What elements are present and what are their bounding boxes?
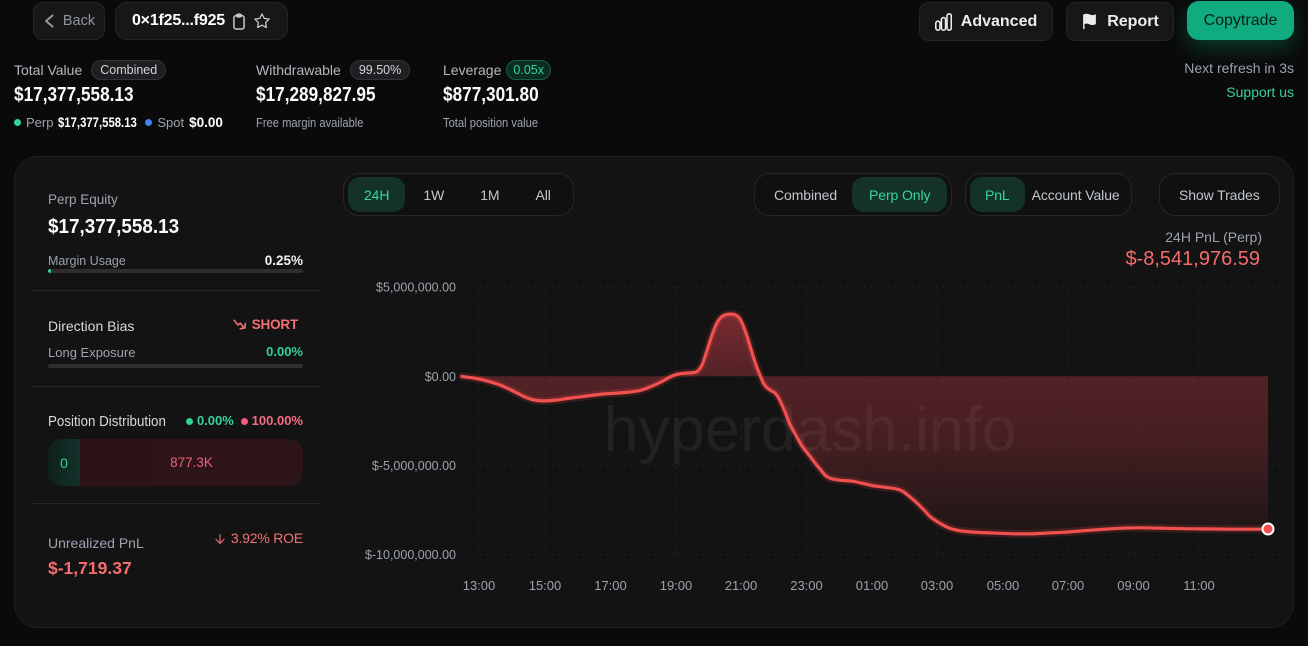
svg-text:05:00: 05:00 (987, 578, 1020, 593)
svg-text:03:00: 03:00 (921, 578, 954, 593)
svg-text:01:00: 01:00 (856, 578, 889, 593)
svg-text:11:00: 11:00 (1183, 578, 1215, 593)
svg-text:$-10,000,000.00: $-10,000,000.00 (365, 548, 456, 562)
svg-text:21:00: 21:00 (725, 578, 758, 593)
svg-text:$5,000,000.00: $5,000,000.00 (376, 281, 456, 295)
svg-text:13:00: 13:00 (463, 578, 496, 593)
svg-text:19:00: 19:00 (660, 578, 693, 593)
svg-text:$0.00: $0.00 (425, 370, 456, 384)
svg-text:15:00: 15:00 (529, 578, 562, 593)
svg-text:07:00: 07:00 (1052, 578, 1085, 593)
svg-text:$-5,000,000.00: $-5,000,000.00 (372, 459, 456, 473)
svg-text:23:00: 23:00 (790, 578, 823, 593)
svg-text:09:00: 09:00 (1117, 578, 1150, 593)
svg-text:17:00: 17:00 (594, 578, 627, 593)
